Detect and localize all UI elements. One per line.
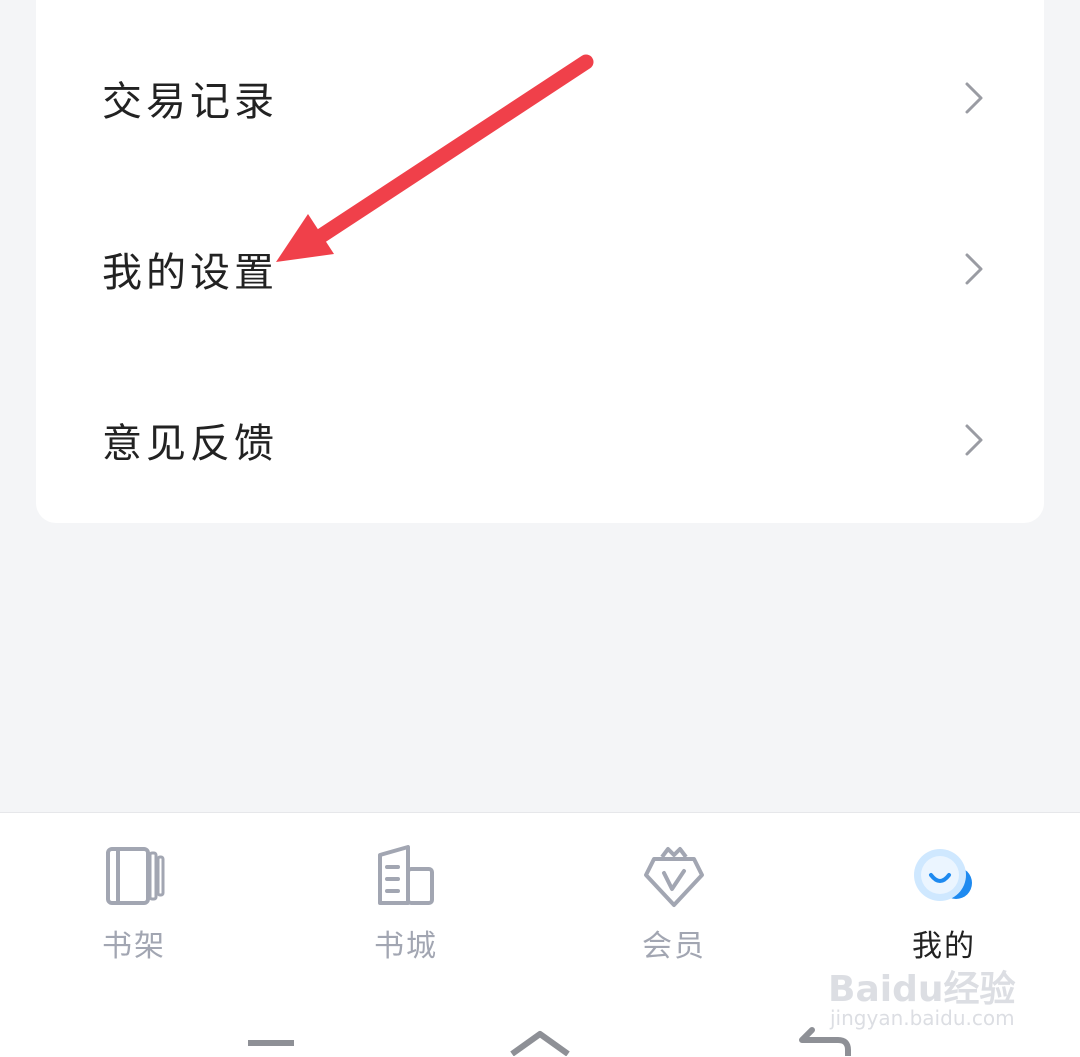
baidu-watermark: Baidu经验 jingyan.baidu.com bbox=[828, 960, 1028, 1040]
menu-item-label: 我的设置 bbox=[102, 249, 278, 296]
menu-item-label: 交易记录 bbox=[102, 78, 278, 125]
tab-label: 书架 bbox=[102, 929, 166, 964]
back-icon[interactable] bbox=[798, 1026, 852, 1056]
vip-crown-icon bbox=[644, 847, 704, 907]
chevron-right-icon bbox=[965, 424, 983, 455]
tab-label: 会员 bbox=[642, 929, 706, 964]
tab-label: 我的 bbox=[912, 929, 976, 964]
menu-icon[interactable] bbox=[246, 1026, 296, 1056]
bookstore-icon bbox=[378, 845, 434, 905]
tab-vip[interactable]: 会员 bbox=[574, 835, 774, 975]
home-icon[interactable] bbox=[508, 1026, 572, 1056]
tab-label: 书城 bbox=[374, 929, 438, 964]
menu-card: 交易记录 我的设置 意见反馈 bbox=[36, 0, 1044, 523]
chevron-right-icon bbox=[965, 82, 983, 113]
menu-item-label: 意见反馈 bbox=[102, 420, 278, 467]
profile-bubble-icon bbox=[914, 849, 972, 901]
tab-profile[interactable]: 我的 bbox=[844, 835, 1044, 975]
menu-item-my-settings[interactable]: 我的设置 bbox=[36, 183, 1044, 354]
tab-bookshelf[interactable]: 书架 bbox=[34, 835, 234, 975]
chevron-right-icon bbox=[965, 253, 983, 284]
watermark-url: jingyan.baidu.com bbox=[830, 1006, 1015, 1030]
watermark-logo: Baidu经验 bbox=[828, 969, 1016, 1010]
bookshelf-icon bbox=[106, 847, 165, 905]
tab-bookstore[interactable]: 书城 bbox=[306, 835, 506, 975]
menu-item-transaction-records[interactable]: 交易记录 bbox=[36, 12, 1044, 183]
menu-item-feedback[interactable]: 意见反馈 bbox=[36, 354, 1044, 525]
